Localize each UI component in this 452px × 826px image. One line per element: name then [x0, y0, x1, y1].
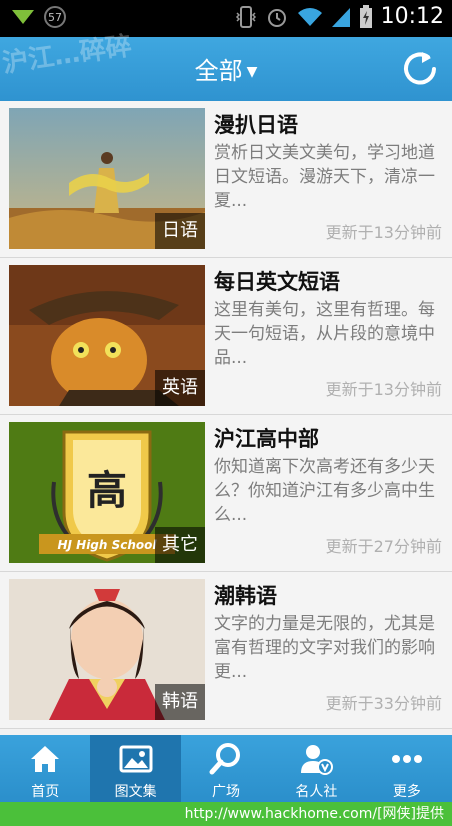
nav-label: 首页	[31, 784, 60, 800]
item-description: 这里有美句，这里有哲理。每天一句短语，从片段的意境中品...	[214, 300, 435, 368]
nav-label: 更多	[392, 784, 421, 800]
thumbnail-image: 韩语	[9, 579, 205, 720]
school-badge-char: 高	[87, 468, 127, 514]
item-description: 文字的力量是无限的，尤其是富有哲理的文字对我们的影响更...	[214, 614, 435, 682]
notification-count-badge: 57	[44, 6, 66, 28]
item-title: 沪江高中部	[214, 427, 319, 451]
item-updated-time: 更新于13分钟前	[325, 380, 442, 399]
item-title: 漫扒日语	[214, 113, 298, 137]
chevron-down-icon: ▼	[246, 64, 258, 80]
clock: 10:12	[380, 4, 444, 29]
school-badge-text: HJ High School	[57, 538, 157, 552]
list-item[interactable]: 韩语 潮韩语 文字的力量是无限的，尤其是富有哲理的文字对我们的影响更... 更新…	[0, 572, 452, 729]
wifi-icon	[297, 7, 322, 26]
item-updated-time: 更新于27分钟前	[325, 537, 442, 556]
celebrity-icon	[301, 745, 334, 775]
nav-gallery[interactable]: 图文集	[90, 735, 181, 802]
category-title: 全部	[194, 57, 243, 85]
list-item[interactable]: 日语 漫扒日语 赏析日文美文美句，学习地道日文短语。漫游天下，清凉一夏... 更…	[0, 101, 452, 258]
signal-icon	[331, 7, 350, 27]
status-bar: 57 10:12	[0, 0, 452, 37]
article-list: 日语 漫扒日语 赏析日文美文美句，学习地道日文短语。漫游天下，清凉一夏... 更…	[0, 101, 452, 735]
alarm-icon	[267, 8, 286, 27]
list-item[interactable]: 高 HJ High School 其它 沪江高中部 你知道离下次高考还有多少天么…	[0, 415, 452, 572]
notification-arrow-icon	[12, 10, 34, 24]
search-icon	[209, 743, 241, 775]
watermark-footer: http://www.hackhome.com/[网侠]提供	[0, 802, 452, 826]
refresh-icon[interactable]	[400, 49, 440, 89]
item-updated-time: 更新于33分钟前	[325, 694, 442, 713]
home-icon	[31, 746, 60, 772]
more-icon	[391, 755, 422, 763]
thumbnail-image: 日语	[9, 108, 205, 249]
nav-label: 名人社	[295, 784, 338, 800]
image-icon	[119, 745, 153, 773]
category-tag: 日语	[155, 213, 205, 249]
list-item[interactable]: 英语 每日英文短语 这里有美句，这里有哲理。每天一句短语，从片段的意境中品...…	[0, 258, 452, 415]
nav-label: 广场	[212, 784, 241, 800]
item-title: 每日英文短语	[214, 270, 340, 294]
vibrate-icon	[235, 5, 256, 28]
battery-icon	[359, 4, 372, 28]
bottom-navigation: 首页 图文集 广场 名人社 更多	[0, 735, 452, 802]
category-tag: 韩语	[155, 684, 205, 720]
category-tag: 英语	[155, 370, 205, 406]
nav-plaza[interactable]: 广场	[181, 735, 271, 802]
category-dropdown[interactable]: 全部 ▼	[0, 51, 452, 86]
category-tag: 其它	[155, 527, 205, 563]
nav-more[interactable]: 更多	[362, 735, 452, 802]
nav-celebrity[interactable]: 名人社	[271, 735, 361, 802]
nav-home[interactable]: 首页	[0, 735, 90, 802]
thumbnail-image: 英语	[9, 265, 205, 406]
item-description: 你知道离下次高考还有多少天么？你知道沪江有多少高中生么...	[214, 457, 435, 525]
item-title: 潮韩语	[214, 584, 277, 608]
item-updated-time: 更新于13分钟前	[325, 223, 442, 242]
thumbnail-image: 高 HJ High School 其它	[9, 422, 205, 563]
app-header: 沪江…碎碎 全部 ▼	[0, 31, 452, 101]
nav-label: 图文集	[114, 784, 157, 800]
item-description: 赏析日文美文美句，学习地道日文短语。漫游天下，清凉一夏...	[214, 143, 435, 211]
